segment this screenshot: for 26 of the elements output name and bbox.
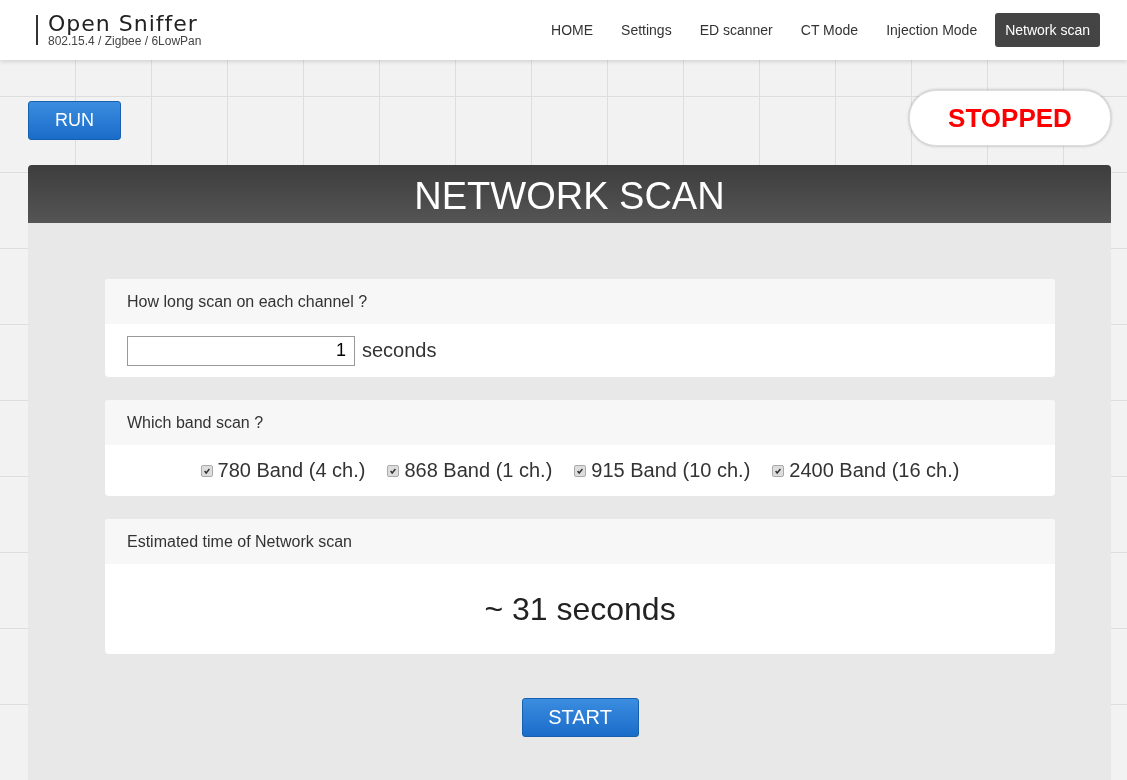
status-pill: STOPPED [909, 90, 1111, 146]
card-header: How long scan on each channel ? [105, 279, 1055, 324]
duration-input-field[interactable]: 1 [127, 335, 355, 366]
run-button[interactable]: RUN [28, 100, 121, 140]
band-label: 2400 Band (16 ch.) [789, 459, 960, 482]
checkbox[interactable] [772, 464, 785, 477]
checkbox[interactable] [387, 464, 400, 477]
card-header: Estimated time of Network scan [105, 519, 1055, 564]
band-label: 915 Band (10 ch.) [591, 459, 751, 482]
logo-subtitle: 802.15.4 / Zigbee / 6LowPan [48, 35, 202, 47]
nav-link[interactable]: HOME [541, 13, 604, 47]
unit-label: seconds [362, 339, 437, 362]
nav-link[interactable]: ED scanner [689, 13, 783, 47]
estimated-time: ~ 31 seconds [484, 590, 676, 628]
nav-link[interactable]: CT Mode [790, 13, 869, 47]
nav-link[interactable]: Network scan [995, 13, 1100, 47]
panel-title: NETWORK SCAN [28, 165, 1111, 223]
start-button[interactable]: START [521, 698, 639, 737]
band-label: 868 Band (1 ch.) [404, 459, 553, 482]
card-header: Which band scan ? [105, 400, 1055, 445]
checkbox[interactable] [200, 464, 213, 477]
nav-link[interactable]: Settings [611, 13, 682, 47]
band-label: 780 Band (4 ch.) [217, 459, 366, 482]
nav-link[interactable]: Injection Mode [876, 13, 988, 47]
logo-title: Open Sniffer [48, 13, 199, 35]
checkbox[interactable] [574, 464, 587, 477]
